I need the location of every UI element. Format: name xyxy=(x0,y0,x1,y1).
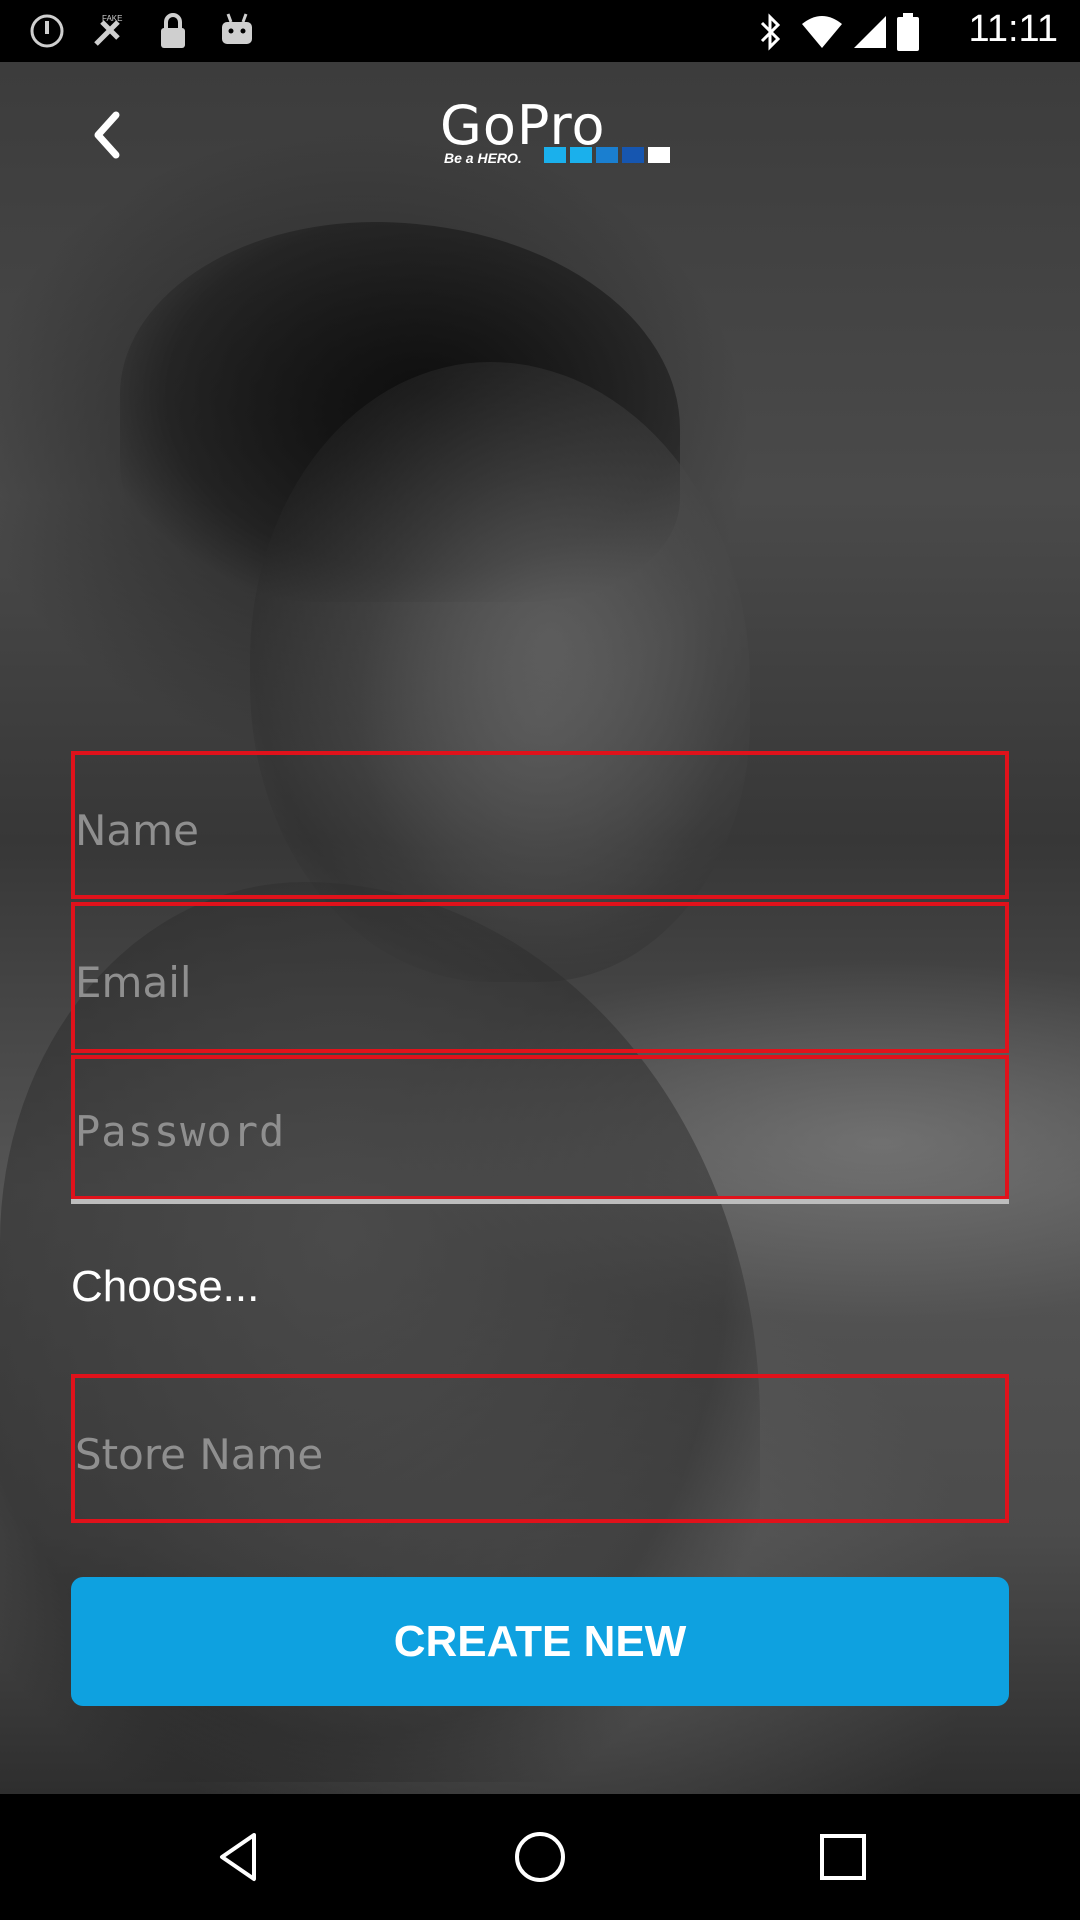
signal-icon xyxy=(854,16,886,48)
alarm-icon xyxy=(30,14,64,48)
create-new-button[interactable]: CREATE NEW xyxy=(71,1577,1009,1706)
password-underline xyxy=(71,1199,1009,1204)
back-button[interactable] xyxy=(82,105,132,165)
navigation-bar xyxy=(0,1794,1080,1920)
lock-icon xyxy=(161,13,185,48)
gopro-logo: GoPro Be a HERO. xyxy=(440,94,680,180)
password-placeholder: Password xyxy=(75,1107,286,1156)
chevron-left-icon xyxy=(94,111,120,159)
bluetooth-icon xyxy=(760,13,781,51)
wifi-icon xyxy=(802,16,842,48)
email-field[interactable]: Email xyxy=(71,902,1009,1053)
password-field[interactable]: Password xyxy=(71,1055,1009,1200)
logo-tagline: Be a HERO. xyxy=(444,150,522,166)
battery-icon xyxy=(897,13,919,51)
status-bar: FAKE 11:11 xyxy=(0,0,1080,62)
store-name-placeholder: Store Name xyxy=(75,1430,324,1479)
fake-gps-icon: FAKE xyxy=(94,14,122,46)
name-placeholder: Name xyxy=(75,806,199,855)
status-time: 11:11 xyxy=(968,8,1058,50)
home-circle-icon[interactable] xyxy=(510,1827,570,1887)
choose-dropdown[interactable]: Choose... xyxy=(71,1262,259,1312)
email-placeholder: Email xyxy=(75,958,192,1007)
store-name-field[interactable]: Store Name xyxy=(71,1374,1009,1523)
android-icon xyxy=(222,13,252,44)
back-triangle-icon[interactable] xyxy=(210,1827,270,1887)
recents-square-icon[interactable] xyxy=(813,1827,873,1887)
name-field[interactable]: Name xyxy=(71,751,1009,899)
logo-color-squares xyxy=(544,147,674,168)
svg-text:FAKE: FAKE xyxy=(102,14,122,23)
